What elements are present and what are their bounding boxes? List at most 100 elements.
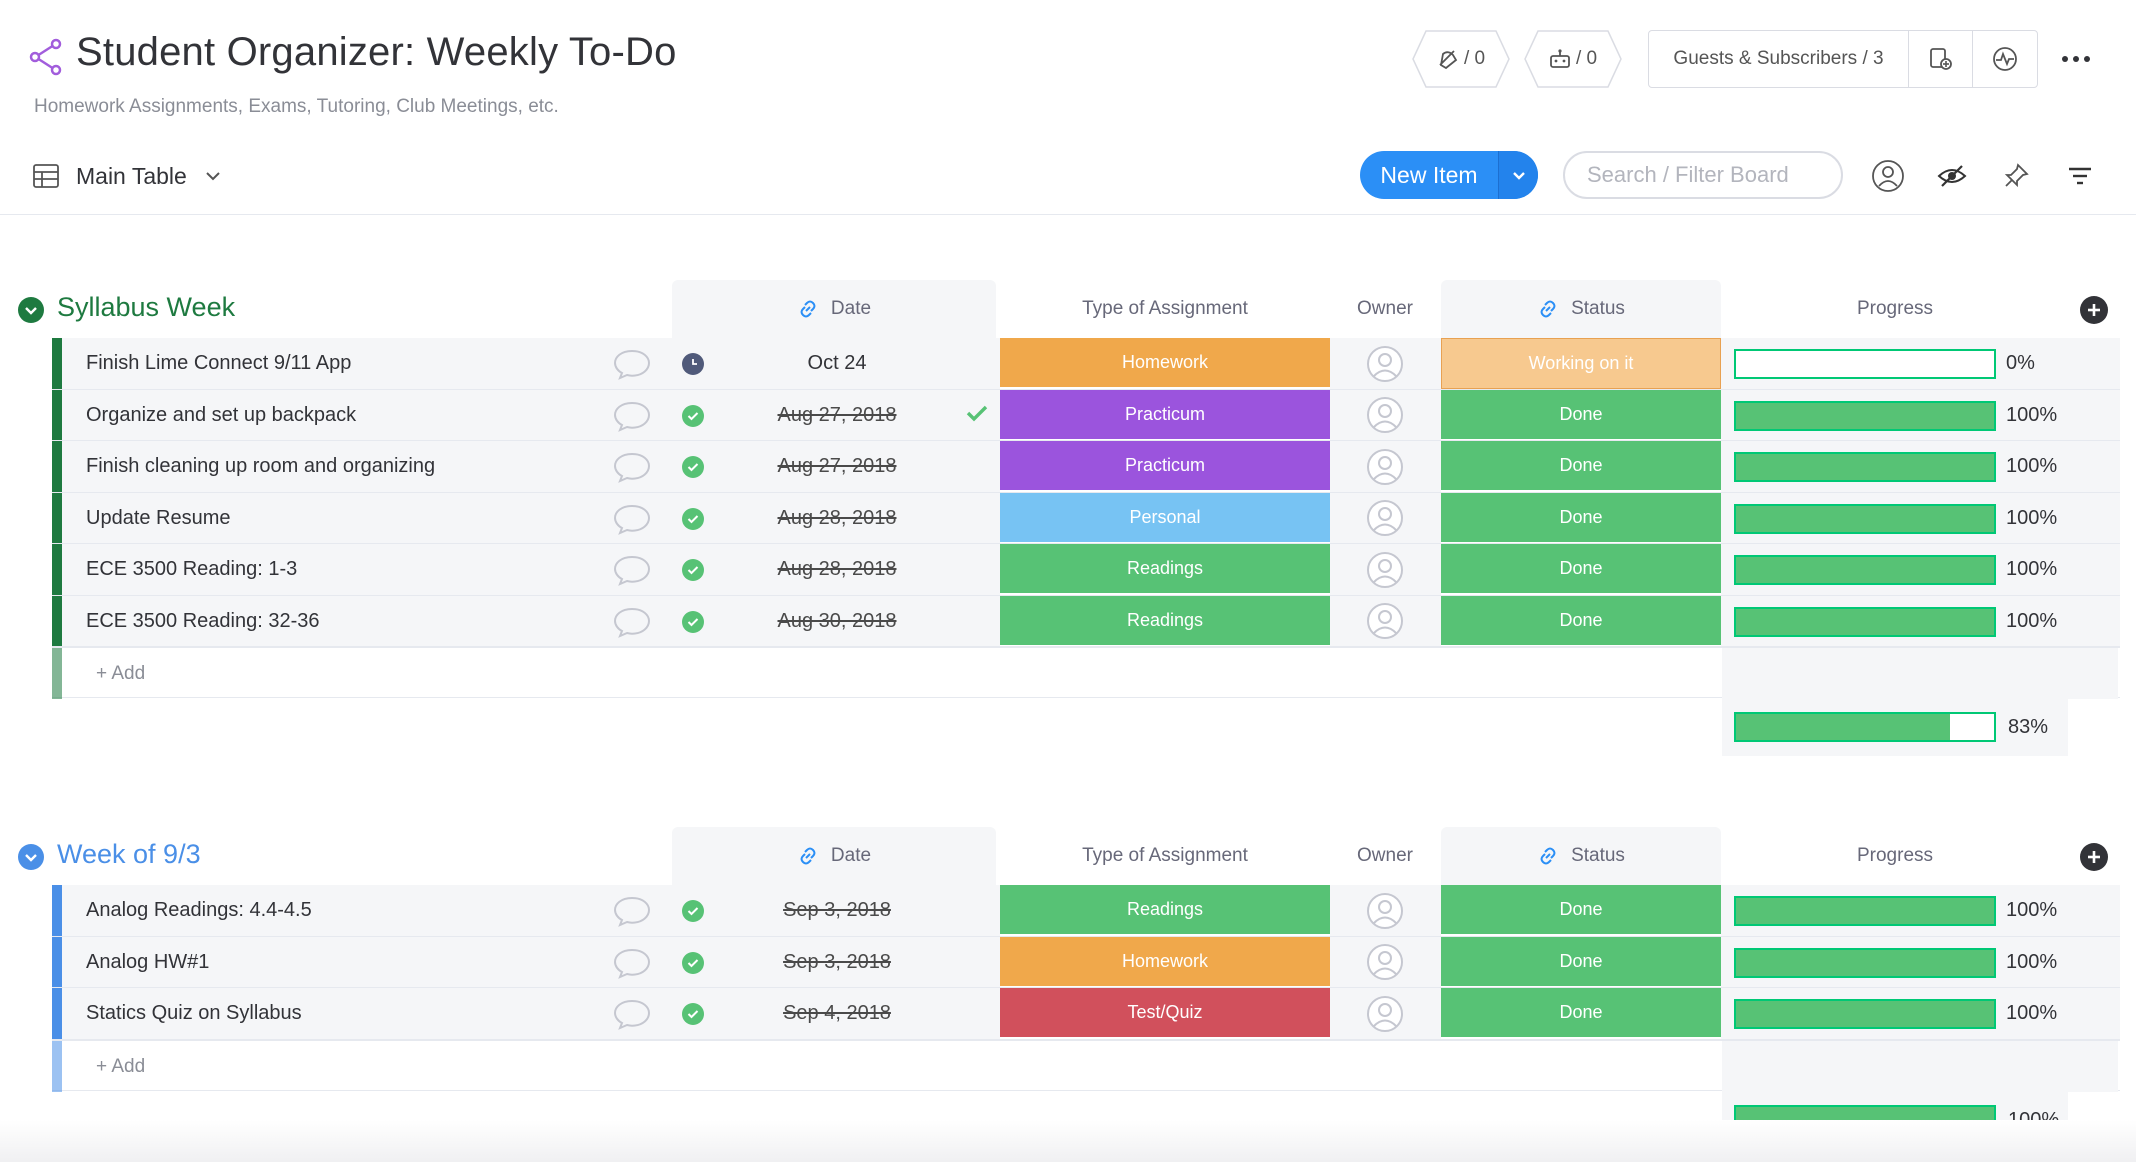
board-title[interactable]: Student Organizer: Weekly To-Do <box>76 30 677 75</box>
comment-icon[interactable] <box>612 895 652 927</box>
item-name[interactable]: ECE 3500 Reading: 32-36 <box>86 596 320 647</box>
add-item-input[interactable]: + Add <box>96 1041 145 1092</box>
add-item-row[interactable]: + Add <box>52 647 2120 699</box>
add-column-button[interactable] <box>2080 296 2108 324</box>
comment-icon[interactable] <box>612 606 652 638</box>
column-header-progress[interactable]: Progress <box>1722 280 2068 338</box>
owner-cell[interactable] <box>1330 338 1440 389</box>
comment-icon[interactable] <box>612 947 652 979</box>
hide-columns-icon[interactable] <box>1934 158 1970 194</box>
search-input[interactable] <box>1563 151 1843 199</box>
automations-counter[interactable]: / 0 <box>1524 30 1622 88</box>
status-cell[interactable]: Done <box>1441 988 1721 1039</box>
filter-icon[interactable] <box>2062 158 2098 194</box>
owner-cell[interactable] <box>1330 390 1440 441</box>
owner-cell[interactable] <box>1330 441 1440 492</box>
status-cell[interactable]: Done <box>1441 492 1721 544</box>
owner-cell[interactable] <box>1330 988 1440 1039</box>
integrations-button[interactable] <box>1909 31 1973 87</box>
item-name[interactable]: Organize and set up backpack <box>86 390 356 441</box>
owner-cell[interactable] <box>1330 544 1440 595</box>
owner-cell[interactable] <box>1330 885 1440 936</box>
type-cell[interactable]: Practicum <box>1000 441 1330 492</box>
column-header-date[interactable]: Date <box>672 827 996 885</box>
type-cell[interactable]: Readings <box>1000 544 1330 595</box>
new-item-dropdown[interactable] <box>1498 151 1538 199</box>
item-name[interactable]: Finish cleaning up room and organizing <box>86 441 435 492</box>
item-name[interactable]: Statics Quiz on Syllabus <box>86 988 302 1039</box>
status-cell[interactable]: Done <box>1441 389 1721 441</box>
person-filter-icon[interactable] <box>1870 158 1906 194</box>
group-title[interactable]: Week of 9/3 <box>57 839 201 870</box>
date-cell[interactable]: Sep 3, 2018 <box>672 937 1002 988</box>
view-selector[interactable]: Main Table <box>32 160 221 192</box>
updates-counter[interactable]: / 0 <box>1412 30 1510 88</box>
type-cell[interactable]: Readings <box>1000 885 1330 936</box>
table-row[interactable]: Finish cleaning up room and organizing A… <box>52 441 2120 492</box>
type-cell[interactable]: Readings <box>1000 595 1330 647</box>
pin-icon[interactable] <box>1998 158 2034 194</box>
comment-icon[interactable] <box>612 998 652 1030</box>
more-options-icon[interactable] <box>2058 44 2094 74</box>
column-header-status[interactable]: Status <box>1441 280 1721 338</box>
column-header-type[interactable]: Type of Assignment <box>1000 280 1330 338</box>
table-row[interactable]: Finish Lime Connect 9/11 App Oct 24 Home… <box>52 338 2120 389</box>
status-cell[interactable]: Done <box>1441 544 1721 595</box>
date-cell[interactable]: Aug 30, 2018 <box>672 596 1002 647</box>
comment-icon[interactable] <box>612 348 652 380</box>
table-row[interactable]: Update Resume Aug 28, 2018 Personal Done… <box>52 492 2120 544</box>
add-item-input[interactable]: + Add <box>96 648 145 699</box>
comment-icon[interactable] <box>612 400 652 432</box>
type-cell[interactable]: Practicum <box>1000 389 1330 441</box>
table-row[interactable]: Organize and set up backpack Aug 27, 201… <box>52 389 2120 441</box>
status-cell[interactable]: Done <box>1441 936 1721 988</box>
owner-cell[interactable] <box>1330 937 1440 988</box>
item-name[interactable]: Update Resume <box>86 493 231 544</box>
date-cell[interactable]: Oct 24 <box>672 338 1002 389</box>
table-row[interactable]: Analog Readings: 4.4-4.5 Sep 3, 2018 Rea… <box>52 885 2120 936</box>
comment-icon[interactable] <box>612 554 652 586</box>
table-row[interactable]: ECE 3500 Reading: 1-3 Aug 28, 2018 Readi… <box>52 544 2120 595</box>
type-cell[interactable]: Personal <box>1000 492 1330 544</box>
status-cell[interactable]: Done <box>1441 885 1721 936</box>
date-cell[interactable]: Aug 27, 2018 <box>672 441 1002 492</box>
column-header-date[interactable]: Date <box>672 280 996 338</box>
type-cell[interactable]: Homework <box>1000 338 1330 389</box>
item-name[interactable]: ECE 3500 Reading: 1-3 <box>86 544 297 595</box>
item-name[interactable]: Analog Readings: 4.4-4.5 <box>86 885 312 936</box>
column-header-type[interactable]: Type of Assignment <box>1000 827 1330 885</box>
group-collapse-toggle[interactable] <box>18 844 44 870</box>
new-item-label[interactable]: New Item <box>1360 151 1498 199</box>
date-cell[interactable]: Sep 4, 2018 <box>672 988 1002 1039</box>
owner-cell[interactable] <box>1330 493 1440 544</box>
date-cell[interactable]: Aug 27, 2018 <box>672 390 1002 441</box>
date-cell[interactable]: Sep 3, 2018 <box>672 885 1002 936</box>
column-header-status[interactable]: Status <box>1441 827 1721 885</box>
board-description[interactable]: Homework Assignments, Exams, Tutoring, C… <box>34 96 559 118</box>
share-icon[interactable] <box>28 38 62 76</box>
item-name[interactable]: Finish Lime Connect 9/11 App <box>86 338 351 389</box>
table-row[interactable]: Analog HW#1 Sep 3, 2018 Homework Done 10… <box>52 936 2120 988</box>
table-row[interactable]: ECE 3500 Reading: 32-36 Aug 30, 2018 Rea… <box>52 595 2120 647</box>
group-title[interactable]: Syllabus Week <box>57 292 235 323</box>
owner-cell[interactable] <box>1330 596 1440 647</box>
type-cell[interactable]: Homework <box>1000 936 1330 988</box>
add-item-row[interactable]: + Add <box>52 1039 2120 1092</box>
status-cell[interactable]: Done <box>1441 595 1721 647</box>
item-name[interactable]: Analog HW#1 <box>86 937 209 988</box>
comment-icon[interactable] <box>612 451 652 483</box>
table-row[interactable]: Statics Quiz on Syllabus Sep 4, 2018 Tes… <box>52 988 2120 1039</box>
new-item-button[interactable]: New Item <box>1360 151 1538 199</box>
comment-icon[interactable] <box>612 503 652 535</box>
date-cell[interactable]: Aug 28, 2018 <box>672 544 1002 595</box>
column-header-progress[interactable]: Progress <box>1722 827 2068 885</box>
date-cell[interactable]: Aug 28, 2018 <box>672 493 1002 544</box>
column-header-owner[interactable]: Owner <box>1330 280 1440 338</box>
add-column-button[interactable] <box>2080 843 2108 871</box>
group-collapse-toggle[interactable] <box>18 297 44 323</box>
type-cell[interactable]: Test/Quiz <box>1000 988 1330 1039</box>
activity-button[interactable] <box>1973 31 2037 87</box>
guests-subscribers-button[interactable]: Guests & Subscribers / 3 <box>1649 31 1909 87</box>
column-header-owner[interactable]: Owner <box>1330 827 1440 885</box>
status-cell[interactable]: Done <box>1441 441 1721 492</box>
